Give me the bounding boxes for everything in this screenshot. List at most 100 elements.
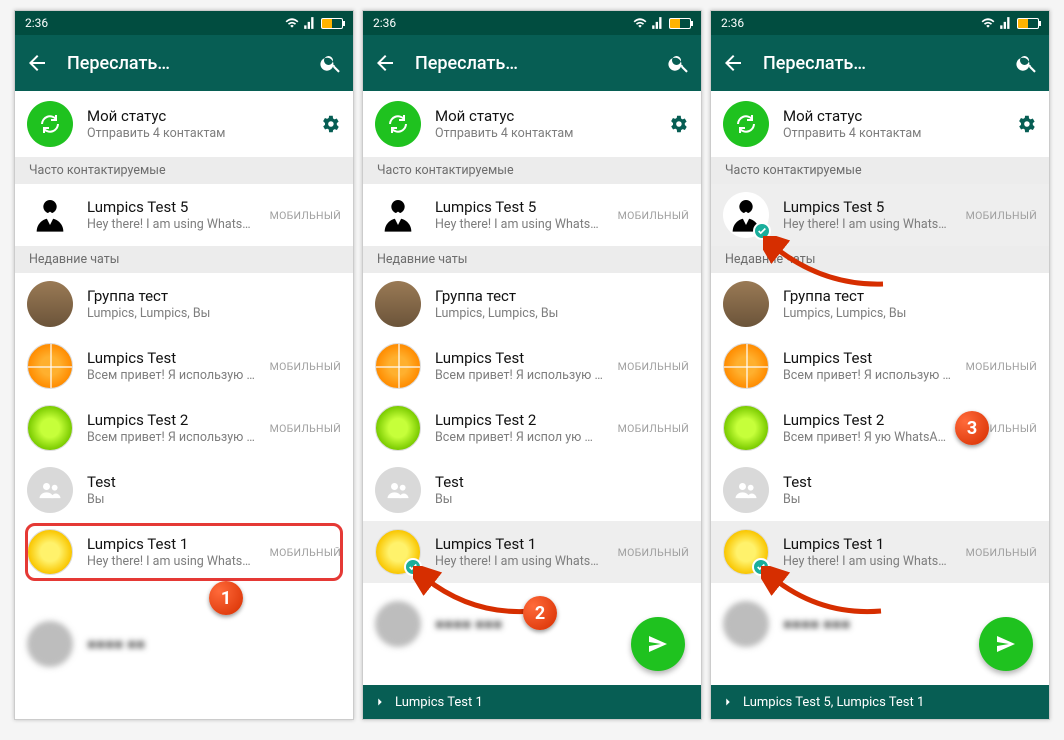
contact-name: Test [435,473,689,491]
statusbar: 2:36 [15,11,353,35]
header-title: Переслать… [763,53,1015,74]
contact-lumpics-test-5[interactable]: Lumpics Test 5 Hey there! I am using Wha… [711,184,1049,246]
avatar-grey-group [27,467,73,513]
type-badge: МОБИЛЬНЫЙ [270,422,341,435]
status-avatar [375,101,421,147]
statusbar: 2:36 [363,11,701,35]
contact-lumpics-test[interactable]: Lumpics Test Всем привет! Я использую Wh… [363,335,701,397]
gear-icon[interactable] [1015,113,1037,135]
contact-blurred-1[interactable]: ■■■■ ■■ [15,613,353,675]
group-icon [384,476,412,504]
avatar-blurred [375,601,421,647]
section-frequent: Часто контактируемые [15,157,353,184]
contact-lumpics-test[interactable]: Lumpics Test Всем привет! Я использую Wh… [15,335,353,397]
phone-panel-1: 2:36 Переслать… Мой статус Отправить 4 к… [14,10,354,720]
contact-lumpics-test-5[interactable]: Lumpics Test 5 Hey there! I am using Wha… [363,184,701,246]
contact-lumpics-test-2[interactable]: Lumpics Test 2 Всем привет! Я ую WhatsAp… [711,397,1049,459]
contact-sub: Hey there! I am using WhatsApp. [87,217,256,232]
contact-sub: Lumpics, Lumpics, Вы [435,306,689,321]
avatar-orange [723,343,769,389]
gear-icon[interactable] [667,113,689,135]
section-frequent: Часто контактируемые [363,157,701,184]
search-icon[interactable] [319,51,343,75]
avatar-orange [375,343,421,389]
person-silhouette-icon [378,195,418,235]
status-icons [981,16,1039,30]
contact-group-test[interactable]: Группа тест Lumpics, Lumpics, Вы [711,273,1049,335]
signal-icon [999,16,1013,30]
type-badge: МОБИЛЬНЫЙ [618,209,689,222]
app-header: Переслать… [363,35,701,91]
contact-name: Lumpics Test 2 [435,411,604,429]
contact-lumpics-test-2[interactable]: Lumpics Test 2 Всем привет! Я испол ую W… [363,397,701,459]
contact-name: Lumpics Test 5 [435,198,604,216]
contact-sub: Всем привет! Я использую WhatsApp. [435,368,604,383]
contact-lumpics-test-1[interactable]: Lumpics Test 1 Hey there! I am using Wha… [363,521,701,583]
back-icon[interactable] [373,51,397,75]
selected-check-icon [752,558,770,576]
contact-lumpics-test[interactable]: Lumpics Test Всем привет! Я использую Wh… [711,335,1049,397]
contact-sub: Hey there! I am using WhatsApp. [783,554,952,569]
contact-name: Lumpics Test [783,349,952,367]
avatar-grey-group [375,467,421,513]
bottombar-text: Lumpics Test 1 [395,695,483,710]
wifi-icon [633,16,647,30]
type-badge: МОБИЛЬНЫЙ [966,360,1037,373]
statusbar: 2:36 [711,11,1049,35]
search-icon[interactable] [667,51,691,75]
gear-icon[interactable] [319,113,341,135]
header-title: Переслать… [415,53,667,74]
contact-lumpics-test-1[interactable]: Lumpics Test 1 Hey there! I am using Wha… [15,521,353,583]
contact-test-group[interactable]: Test Вы [711,459,1049,521]
contact-sub: Всем привет! Я испол ую WhatsApp. [435,430,604,445]
contact-lumpics-test-2[interactable]: Lumpics Test 2 Всем привет! Я использую … [15,397,353,459]
contact-group-test[interactable]: Группа тест Lumpics, Lumpics, Вы [363,273,701,335]
contact-sub: Hey there! I am using WhatsApp. [783,217,952,232]
avatar-lime [27,405,73,451]
type-badge: МОБИЛЬНЫЙ [966,209,1037,222]
type-badge: МОБИЛЬНЫЙ [618,546,689,559]
contact-name: Lumpics Test 2 [783,411,952,429]
selected-check-icon [404,558,422,576]
contact-sub: Всем привет! Я использую WhatsApp. [87,368,256,383]
contact-name: Lumpics Test 1 [87,535,256,553]
my-status-row[interactable]: Мой статус Отправить 4 контактам [363,91,701,157]
send-fab[interactable] [979,617,1033,671]
step-badge-2: 2 [523,596,557,630]
status-text: Мой статус Отправить 4 контактам [87,107,305,141]
status-name: Мой статус [435,107,653,125]
send-fab[interactable] [631,617,685,671]
search-icon[interactable] [1015,51,1039,75]
back-icon[interactable] [25,51,49,75]
contact-lumpics-test-1[interactable]: Lumpics Test 1 Hey there! I am using Wha… [711,521,1049,583]
type-badge: МОБИЛЬНЫЙ [270,546,341,559]
my-status-row[interactable]: Мой статус Отправить 4 контактам [711,91,1049,157]
contact-group-test[interactable]: Группа тест Lumpics, Lumpics, Вы [15,273,353,335]
avatar-yellow [723,529,769,575]
battery-icon [669,18,691,29]
section-recent: Недавние чаты [363,246,701,273]
avatar-test5 [375,192,421,238]
app-header: Переслать… [15,35,353,91]
contact-name: Группа тест [783,287,1037,305]
status-sub: Отправить 4 контактам [783,126,1001,141]
my-status-row[interactable]: Мой статус Отправить 4 контактам [15,91,353,157]
contact-name: Lumpics Test 5 [783,198,952,216]
section-recent: Недавние чаты [15,246,353,273]
contact-lumpics-test-5[interactable]: Lumpics Test 5 Hey there! I am using Wha… [15,184,353,246]
contact-name: Test [87,473,341,491]
contact-sub: Всем привет! Я использую WhatsApp. [87,430,256,445]
type-badge: МОБИЛЬНЫЙ [966,546,1037,559]
contact-test-group[interactable]: Test Вы [15,459,353,521]
contact-sub: Всем привет! Я ую WhatsApp. [783,430,952,445]
avatar-blurred [27,621,73,667]
phone-panel-3: 2:36 Переслать… Мой статус Отправить 4 к… [710,10,1050,720]
avatar-test5 [27,192,73,238]
contact-test-group[interactable]: Test Вы [363,459,701,521]
selected-check-icon [753,222,771,240]
back-icon[interactable] [721,51,745,75]
contact-name: Группа тест [87,287,341,305]
status-time: 2:36 [721,16,744,30]
contact-sub: Lumpics, Lumpics, Вы [783,306,1037,321]
contact-sub: Вы [87,492,341,507]
